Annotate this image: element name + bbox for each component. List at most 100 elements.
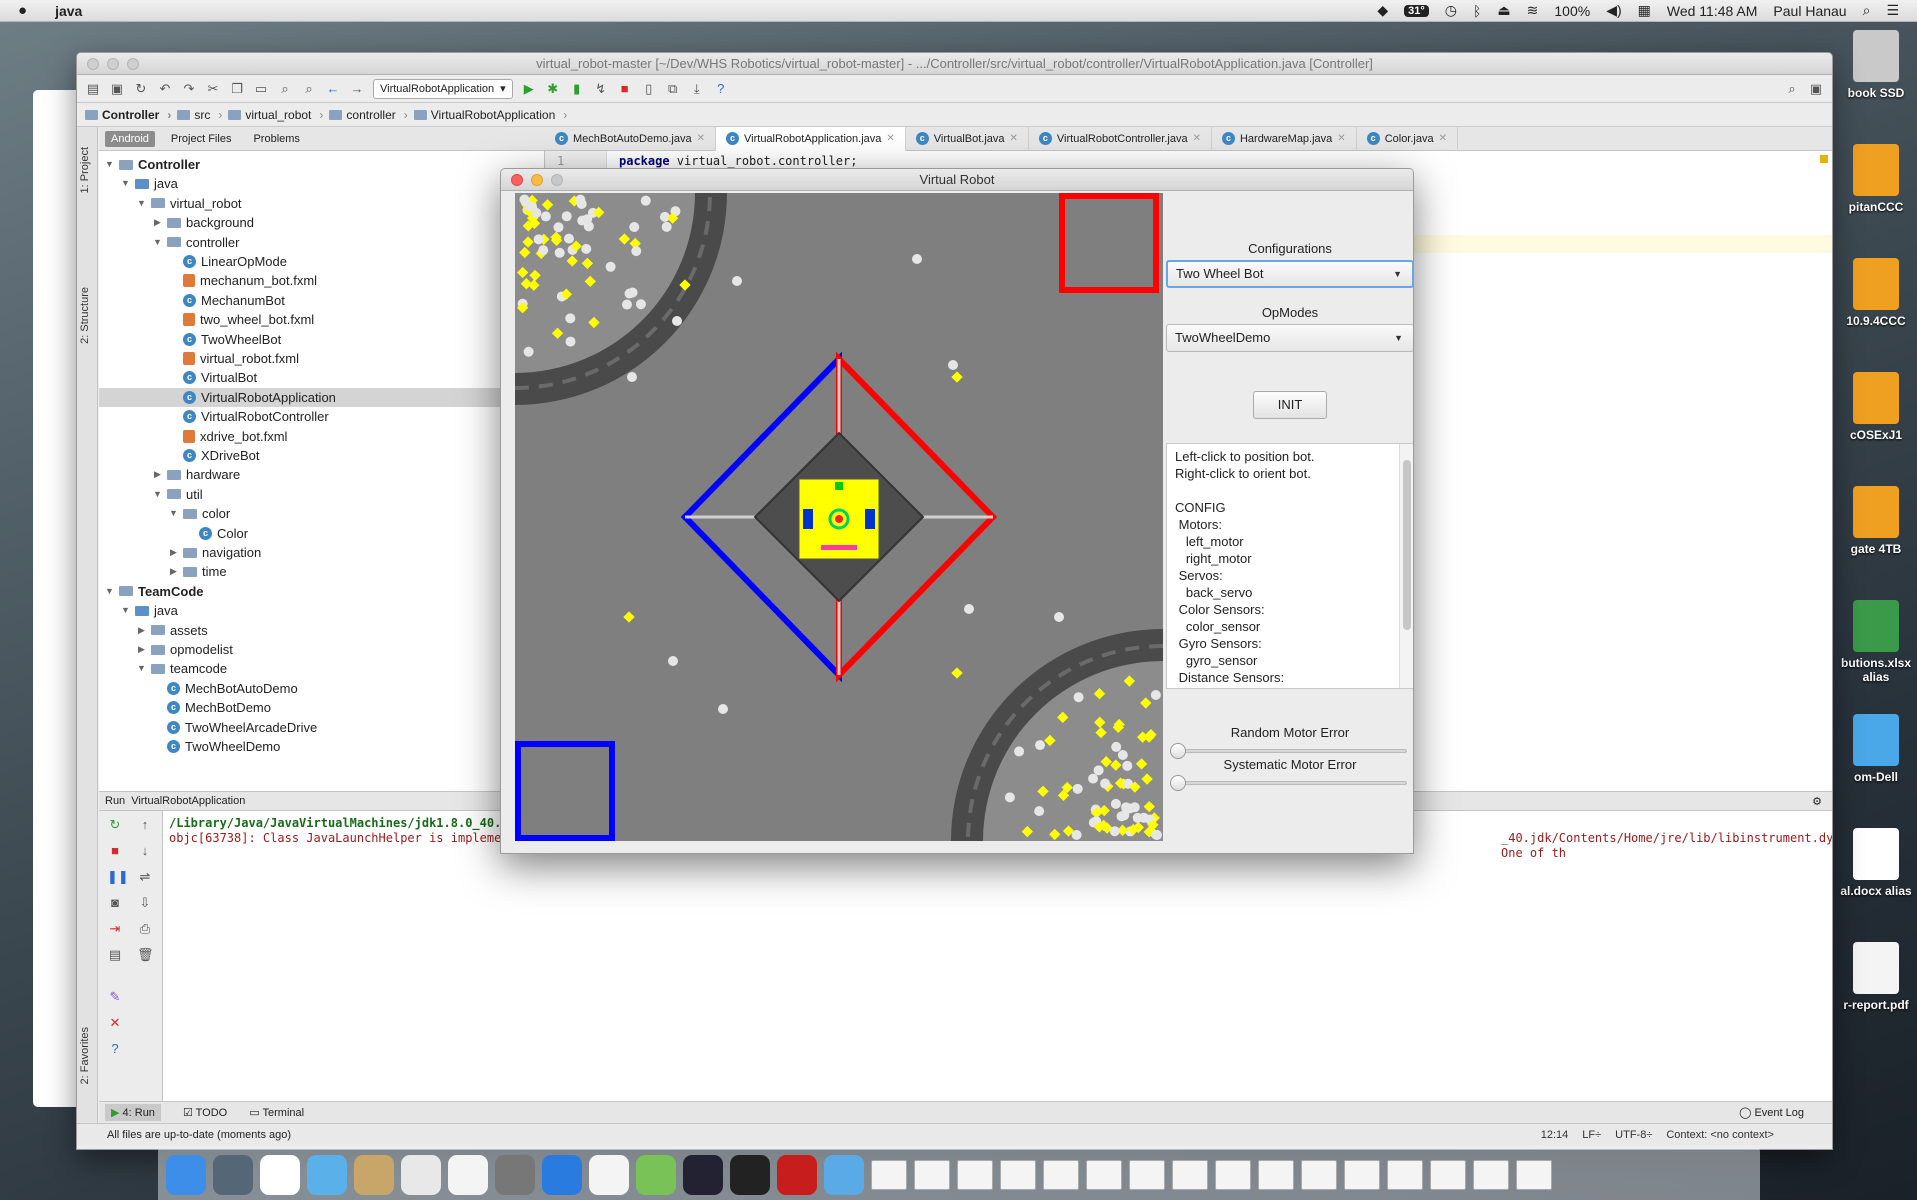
save-icon[interactable]: ▣: [109, 81, 125, 97]
volume-icon[interactable]: ◀): [1606, 2, 1621, 19]
minimized-window-thumbnail[interactable]: [1516, 1159, 1552, 1190]
minimized-window-thumbnail[interactable]: [1172, 1159, 1208, 1190]
run-target[interactable]: VirtualRobotApplication: [131, 795, 245, 807]
favorites-tool-tab[interactable]: 2: Favorites: [79, 1027, 91, 1084]
tree-node[interactable]: ▼ teamcode: [99, 659, 227, 678]
terminal-icon[interactable]: [730, 1154, 770, 1195]
clock[interactable]: Wed 11:48 AM: [1667, 3, 1758, 19]
tree-node[interactable]: c VirtualRobotController: [99, 407, 329, 426]
close-tab-icon[interactable]: ✕: [886, 133, 894, 144]
tree-node[interactable]: c XDriveBot: [99, 446, 260, 465]
vr-zoom-button[interactable]: [551, 174, 563, 186]
structure-tool-tab[interactable]: 2: Structure: [79, 287, 91, 344]
editor-tab[interactable]: c VirtualRobotApplication.java ✕: [716, 126, 906, 151]
textedit-icon[interactable]: [448, 1154, 488, 1195]
close-tab-icon[interactable]: ✕: [697, 133, 705, 144]
minimize-button[interactable]: [107, 58, 119, 70]
ide-title-bar[interactable]: virtual_robot-master [~/Dev/WHS Robotics…: [77, 53, 1832, 75]
help-run-icon[interactable]: ?: [107, 1041, 123, 1057]
desktop-icon[interactable]: butions.xlsx alias: [1836, 600, 1916, 684]
stop-run-icon[interactable]: ■: [107, 843, 123, 859]
bluetooth-icon[interactable]: ᛒ: [1473, 3, 1481, 19]
status-item[interactable]: Context: <no context>: [1666, 1129, 1774, 1141]
acrobat-icon[interactable]: [777, 1154, 817, 1195]
desktop-icon[interactable]: om-Dell: [1836, 714, 1916, 784]
tree-node[interactable]: two_wheel_bot.fxml: [99, 310, 314, 329]
tree-node[interactable]: ▼ util: [99, 485, 203, 504]
tree-node[interactable]: ▼ virtual_robot: [99, 194, 242, 213]
systematic-error-slider[interactable]: [1170, 775, 1407, 791]
minimized-window-thumbnail[interactable]: [1215, 1159, 1251, 1190]
close-tab-icon[interactable]: ✕: [1193, 133, 1201, 144]
minimized-window-thumbnail[interactable]: [1129, 1159, 1165, 1190]
field-canvas[interactable]: [515, 193, 1163, 841]
desktop-icon[interactable]: book SSD: [1836, 30, 1916, 100]
pin-icon[interactable]: ✎: [107, 989, 123, 1005]
editor-tab[interactable]: c MechBotAutoDemo.java ✕: [545, 126, 717, 151]
minimized-window-thumbnail[interactable]: [1430, 1159, 1466, 1190]
tree-node[interactable]: ▼ java: [99, 174, 178, 193]
minimized-window-thumbnail[interactable]: [914, 1159, 950, 1190]
temperature-badge[interactable]: 31°: [1404, 4, 1429, 17]
sdk-icon[interactable]: ⤓: [689, 81, 705, 97]
help-icon[interactable]: ?: [713, 81, 729, 97]
rerun-icon[interactable]: ↻: [107, 817, 123, 833]
open-icon[interactable]: ▤: [85, 81, 101, 97]
tree-node[interactable]: c VirtualRobotApplication: [99, 387, 545, 407]
search-everywhere-icon[interactable]: ⌕: [1784, 81, 1800, 97]
configuration-select[interactable]: Two Wheel Bot: [1166, 260, 1413, 288]
minimized-window-thumbnail[interactable]: [1387, 1159, 1423, 1190]
tree-node[interactable]: ▼ color: [99, 504, 230, 523]
vr-title-bar[interactable]: Virtual Robot: [501, 169, 1413, 191]
cut-icon[interactable]: ✂: [205, 81, 221, 97]
tree-node[interactable]: c TwoWheelArcadeDrive: [99, 718, 317, 737]
system-prefs-icon[interactable]: [495, 1154, 535, 1195]
forward-icon[interactable]: →: [349, 81, 365, 97]
avd-icon[interactable]: ▯: [641, 81, 657, 97]
print-icon[interactable]: ⎙: [137, 921, 153, 937]
calendar-icon[interactable]: [260, 1154, 300, 1195]
minimized-window-thumbnail[interactable]: [1000, 1159, 1036, 1190]
contacts-icon[interactable]: [354, 1154, 394, 1195]
vr-minimize-button[interactable]: [531, 174, 543, 186]
wifi-icon[interactable]: ≋: [1527, 2, 1539, 19]
preview-icon[interactable]: [401, 1154, 441, 1195]
sync-icon[interactable]: ↻: [133, 81, 149, 97]
close-button[interactable]: [87, 58, 99, 70]
tree-node[interactable]: ▶ time: [99, 562, 227, 581]
tree-node[interactable]: xdrive_bot.fxml: [99, 427, 287, 446]
tree-node[interactable]: c Color: [99, 524, 248, 543]
minimized-window-thumbnail[interactable]: [1301, 1159, 1337, 1190]
breadcrumb-item[interactable]: controller: [329, 108, 407, 122]
close-tab-icon[interactable]: ✕: [1010, 133, 1018, 144]
android-studio-icon[interactable]: [636, 1154, 676, 1195]
safari-icon[interactable]: [542, 1154, 582, 1195]
desktop-icon[interactable]: cOSExJ1: [1836, 372, 1916, 442]
close-tab-icon[interactable]: ✕: [1337, 133, 1345, 144]
tree-node[interactable]: ▶ assets: [99, 621, 208, 640]
down-icon[interactable]: ↓: [137, 843, 153, 859]
run-icon[interactable]: ▶: [521, 81, 537, 97]
info-textarea[interactable]: Left-click to position bot. Right-click …: [1166, 443, 1413, 689]
info-scroll-thumb[interactable]: [1403, 460, 1411, 630]
mail-icon[interactable]: [307, 1154, 347, 1195]
desktop-icon[interactable]: 10.9.4CCC: [1836, 258, 1916, 328]
attach-icon[interactable]: ↯: [593, 81, 609, 97]
debug-icon[interactable]: ✱: [545, 81, 561, 97]
exit-icon[interactable]: ⇥: [107, 921, 123, 937]
folder-icon[interactable]: [824, 1154, 864, 1195]
tree-node[interactable]: ▶ opmodelist: [99, 640, 233, 659]
trash-icon[interactable]: 🗑: [137, 947, 154, 963]
project-tab-android[interactable]: Android: [105, 130, 155, 147]
systematic-error-knob[interactable]: [1170, 775, 1186, 791]
event-log-tab[interactable]: ◯ Event Log: [1739, 1106, 1804, 1119]
status-item[interactable]: UTF-8÷: [1615, 1129, 1652, 1141]
terminal-tab[interactable]: ▭ Terminal: [249, 1106, 304, 1119]
status-item[interactable]: 12:14: [1541, 1129, 1569, 1141]
undo-icon[interactable]: ↶: [157, 81, 173, 97]
tree-node[interactable]: c MechBotDemo: [99, 698, 271, 717]
dropbox-icon[interactable]: ◆: [1377, 2, 1388, 19]
launchpad-icon[interactable]: [213, 1154, 253, 1195]
battery-percent[interactable]: 100%: [1554, 3, 1590, 19]
profile-icon[interactable]: ▮: [569, 81, 585, 97]
